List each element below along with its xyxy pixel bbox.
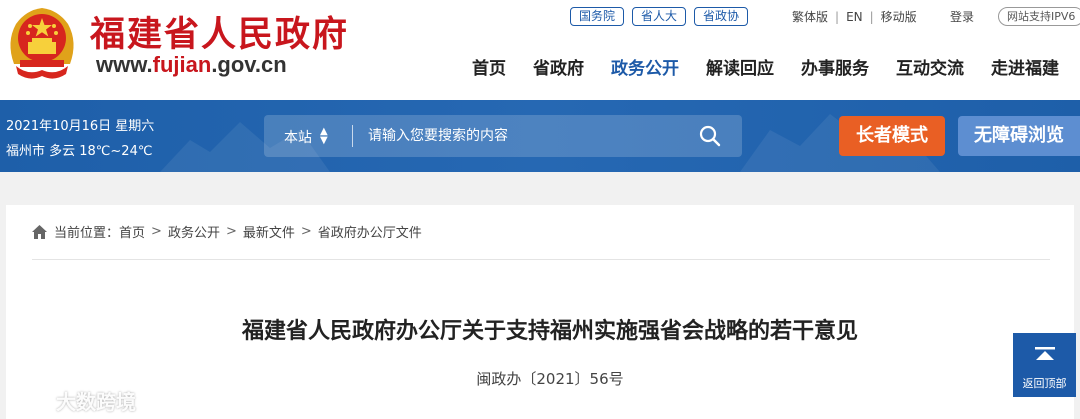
- search-divider: [352, 125, 353, 147]
- quick-links: 国务院 省人大 省政协: [570, 7, 749, 26]
- ipv6-badge: 网站支持IPV6: [998, 7, 1080, 26]
- english-link[interactable]: EN: [846, 10, 863, 24]
- login-link[interactable]: 登录: [950, 8, 974, 25]
- nav-item-home[interactable]: 首页: [472, 54, 506, 79]
- article-panel: 当前位置： 首页 > 政务公开 > 最新文件 > 省政府办公厅文件 福建省人民政…: [6, 205, 1074, 419]
- site-url: www.fujian.gov.cn: [96, 52, 287, 78]
- nav-item-provincial-government[interactable]: 省政府: [533, 54, 584, 79]
- breadcrumb-item-home[interactable]: 首页: [119, 222, 145, 241]
- quick-link-state-council[interactable]: 国务院: [570, 7, 625, 26]
- breadcrumb-separator: >: [151, 224, 162, 239]
- site-name[interactable]: 福建省人民政府: [90, 6, 349, 57]
- search-input[interactable]: [368, 126, 668, 146]
- sort-arrows-icon[interactable]: ▲ ▼: [320, 127, 328, 146]
- home-icon: [32, 224, 47, 239]
- traditional-chinese-link[interactable]: 繁体版: [792, 8, 828, 25]
- breadcrumb-separator: >: [300, 224, 312, 239]
- url-prefix: www.: [96, 52, 153, 77]
- document-number: 闽政办〔2021〕56号: [476, 370, 624, 388]
- search-scope-select[interactable]: 本站: [284, 127, 312, 147]
- url-highlight: fujian: [152, 52, 212, 77]
- weather-info: 福州市 多云 18℃~24℃: [6, 144, 153, 159]
- search-bar: 本站 ▲ ▼: [264, 115, 742, 157]
- watermark: 大数跨境: [8, 386, 136, 415]
- watermark-logo-icon: [9, 393, 47, 408]
- nav-item-government-affairs[interactable]: 政务公开: [611, 54, 679, 79]
- quick-link-provincial-congress[interactable]: 省人大: [632, 7, 687, 26]
- breadcrumb: 当前位置： 首页 > 政务公开 > 最新文件 > 省政府办公厅文件: [32, 222, 422, 241]
- nav-item-interpretation[interactable]: 解读回应: [706, 54, 774, 79]
- utility-links: 繁体版 | EN | 移动版: [792, 8, 917, 25]
- nav-item-about-fujian[interactable]: 走进福建: [991, 54, 1059, 79]
- separator: |: [835, 9, 840, 24]
- arrow-up-icon: [1035, 347, 1055, 360]
- current-date: 2021年10月16日 星期六: [6, 119, 155, 134]
- nav-item-services[interactable]: 办事服务: [801, 54, 869, 79]
- breadcrumb-separator: >: [225, 224, 237, 239]
- nav-item-interaction[interactable]: 互动交流: [896, 54, 964, 79]
- breadcrumb-item-latest-files[interactable]: 最新文件: [243, 222, 295, 241]
- main-nav: 首页 省政府 政务公开 解读回应 办事服务 互动交流 走进福建: [472, 54, 1080, 79]
- breadcrumb-item-government-affairs[interactable]: 政务公开: [168, 222, 220, 241]
- back-to-top-label: 返回顶部: [1022, 377, 1067, 390]
- search-band: 2021年10月16日 星期六 福州市 多云 18℃~24℃ 本站 ▲▼ 长者模…: [0, 100, 1080, 172]
- breadcrumb-label: 当前位置：: [54, 226, 120, 241]
- back-to-top-button[interactable]: 返回顶部: [1013, 333, 1076, 397]
- article-title: 福建省人民政府办公厅关于支持福州实施强省会战略的若干意见: [241, 319, 858, 344]
- separator: |: [869, 9, 874, 24]
- site-header: 福建省人民政府 www.fujian.gov.cn 国务院 省人大 省政协 繁体…: [0, 0, 1080, 100]
- accessible-browsing-button[interactable]: 无障碍浏览: [958, 116, 1080, 156]
- breadcrumb-divider: [32, 259, 1050, 260]
- breadcrumb-item-office-files[interactable]: 省政府办公厅文件: [318, 222, 422, 241]
- search-icon[interactable]: [698, 124, 722, 148]
- mobile-link[interactable]: 移动版: [881, 8, 917, 25]
- watermark-text: 大数跨境: [56, 390, 136, 414]
- elder-mode-button[interactable]: 长者模式: [839, 116, 945, 156]
- quick-link-cppcc[interactable]: 省政协: [694, 7, 749, 26]
- national-emblem-icon[interactable]: [6, 4, 78, 82]
- url-suffix: .gov.cn: [211, 52, 287, 77]
